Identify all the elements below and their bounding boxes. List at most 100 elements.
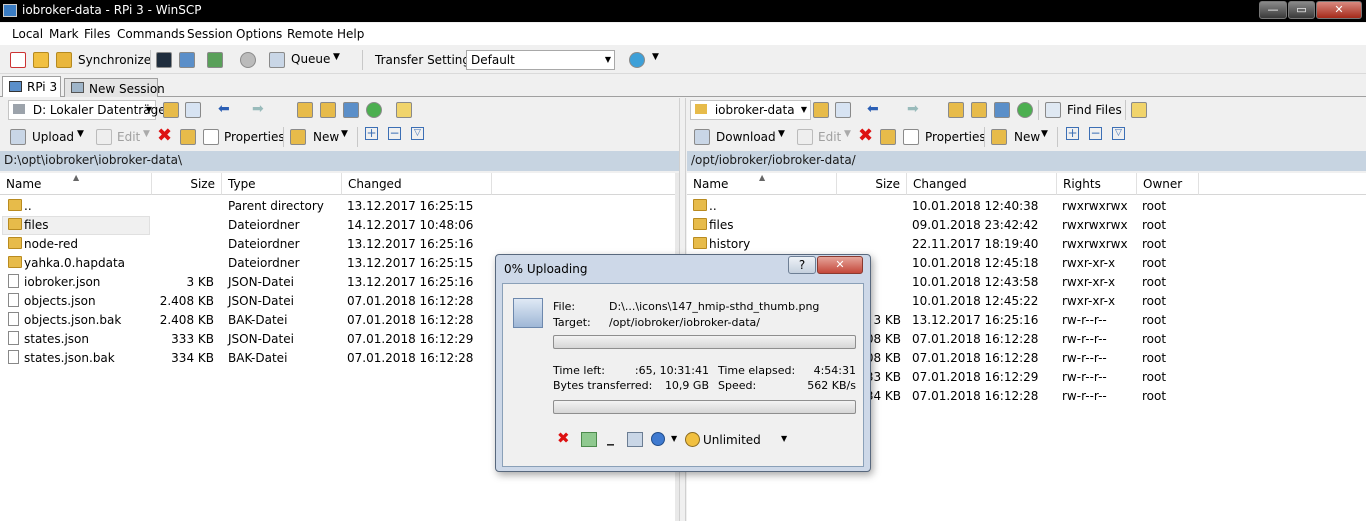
right-col-changed[interactable]: Changed	[907, 173, 1057, 195]
left-col-type[interactable]: Type	[222, 173, 342, 195]
chevron-down-icon[interactable]: ▼	[1041, 129, 1048, 139]
home-icon[interactable]	[994, 102, 1010, 118]
right-col-size[interactable]: Size	[837, 173, 907, 195]
transfer-settings-select[interactable]: Default ▼	[466, 50, 615, 70]
table-row[interactable]: .. 10.01.2018 12:40:38 rwxrwxrwx root	[687, 197, 1366, 216]
filter-select-icon[interactable]: ▽	[411, 127, 424, 140]
maximize-button[interactable]: ▭	[1288, 1, 1315, 19]
dialog-close-button[interactable]: ✕	[817, 256, 863, 274]
delete-icon[interactable]: ✖	[858, 125, 873, 146]
table-row[interactable]: .. Parent directory 13.12.2017 16:25:15	[0, 197, 675, 216]
parent-directory-icon[interactable]	[948, 102, 964, 118]
table-row[interactable]: history 22.11.2017 18:19:40 rwxrwxrwx root	[687, 235, 1366, 254]
root-directory-icon[interactable]	[320, 102, 336, 118]
compare-directories-icon[interactable]	[10, 52, 26, 68]
close-window-button[interactable]: ✕	[1316, 1, 1362, 19]
find-files-icon[interactable]	[1045, 102, 1061, 118]
filter-select-icon[interactable]: ▽	[1112, 127, 1125, 140]
open-folder-icon[interactable]	[163, 102, 179, 118]
table-row[interactable]: files Dateiordner 14.12.2017 10:48:06	[0, 216, 675, 235]
queue-icon[interactable]	[269, 52, 285, 68]
remote-directory-select[interactable]: iobroker-data ▼	[690, 100, 811, 120]
chevron-down-icon[interactable]: ▼	[844, 129, 851, 139]
new-folder-icon[interactable]	[290, 129, 306, 145]
menu-mark[interactable]: Mark	[49, 27, 79, 41]
table-row[interactable]: node-red Dateiordner 13.12.2017 16:25:16	[0, 235, 675, 254]
putty-icon[interactable]	[179, 52, 195, 68]
chevron-down-icon[interactable]: ▼	[778, 129, 785, 139]
queue-button[interactable]: Queue	[291, 52, 330, 66]
minimize-button[interactable]: —	[1259, 1, 1287, 19]
filter-icon[interactable]	[835, 102, 851, 118]
tab-rpi3[interactable]: RPi 3	[2, 76, 61, 97]
parent-directory-icon[interactable]	[297, 102, 313, 118]
edit-button[interactable]: Edit	[818, 130, 841, 144]
chevron-down-icon[interactable]: ▼	[652, 52, 659, 62]
refresh-icon[interactable]	[366, 102, 382, 118]
left-col-name[interactable]: Name ▲	[0, 173, 152, 195]
move-to-background-icon[interactable]	[581, 432, 597, 447]
synchronize-icon[interactable]	[56, 52, 72, 68]
forward-arrow-icon[interactable]: ➡	[907, 101, 919, 117]
right-path-bar[interactable]: /opt/iobroker/iobroker-data/	[687, 151, 1366, 171]
upload-button[interactable]: Upload	[32, 130, 74, 144]
find-icon[interactable]	[1131, 102, 1147, 118]
refresh-icon[interactable]	[1017, 102, 1033, 118]
edit-icon[interactable]	[96, 129, 112, 145]
drive-select[interactable]: D: Lokaler Datenträge ▼	[8, 100, 166, 120]
properties-button[interactable]: Properties	[925, 130, 986, 144]
find-files-button[interactable]: Find Files	[1067, 103, 1122, 117]
new-folder-icon[interactable]	[991, 129, 1007, 145]
root-directory-icon[interactable]	[971, 102, 987, 118]
table-row[interactable]: files 09.01.2018 23:42:42 rwxrwxrwx root	[687, 216, 1366, 235]
once-done-icon[interactable]	[651, 432, 665, 446]
chevron-down-icon[interactable]: ▼	[333, 52, 340, 62]
unselect-minus-icon[interactable]: −	[1089, 127, 1102, 140]
globe-icon[interactable]	[629, 52, 645, 68]
help-button[interactable]: ?	[788, 256, 816, 274]
home-icon[interactable]	[343, 102, 359, 118]
properties-icon[interactable]	[203, 129, 219, 145]
right-col-rights[interactable]: Rights	[1057, 173, 1137, 195]
refresh-session-icon[interactable]	[207, 52, 223, 68]
menu-commands[interactable]: Commands	[117, 27, 185, 41]
upload-icon[interactable]	[10, 129, 26, 145]
left-path-bar[interactable]: D:\opt\iobroker\iobroker-data\	[0, 151, 679, 171]
new-button[interactable]: New	[1014, 130, 1040, 144]
chevron-down-icon[interactable]: ▼	[77, 129, 84, 139]
left-col-changed[interactable]: Changed	[342, 173, 492, 195]
rename-icon[interactable]	[880, 129, 896, 145]
right-col-name[interactable]: Name ▲	[687, 173, 837, 195]
right-col-owner[interactable]: Owner	[1137, 173, 1199, 195]
minimize-icon[interactable]: _	[607, 430, 614, 446]
open-folder-icon[interactable]	[813, 102, 829, 118]
select-plus-icon[interactable]: +	[1066, 127, 1079, 140]
synchronize-button[interactable]: Synchronize	[78, 53, 151, 67]
menu-help[interactable]: Help	[337, 27, 364, 41]
left-col-size[interactable]: Size	[152, 173, 222, 195]
tab-new-session[interactable]: New Session	[64, 78, 165, 97]
filter-icon[interactable]	[185, 102, 201, 118]
properties-icon[interactable]	[903, 129, 919, 145]
chevron-down-icon[interactable]: ▼	[341, 129, 348, 139]
download-button[interactable]: Download	[716, 130, 776, 144]
new-button[interactable]: New	[313, 130, 339, 144]
chevron-down-icon[interactable]: ▼	[781, 434, 787, 443]
menu-local[interactable]: Local	[12, 27, 43, 41]
cancel-icon[interactable]: ✖	[557, 429, 570, 447]
menu-remote[interactable]: Remote	[287, 27, 333, 41]
download-icon[interactable]	[694, 129, 710, 145]
back-arrow-icon[interactable]: ⬅	[218, 101, 230, 117]
back-arrow-icon[interactable]: ⬅	[867, 101, 879, 117]
menu-files[interactable]: Files	[84, 27, 110, 41]
unselect-minus-icon[interactable]: −	[388, 127, 401, 140]
select-plus-icon[interactable]: +	[365, 127, 378, 140]
forward-arrow-icon[interactable]: ➡	[252, 101, 264, 117]
find-icon[interactable]	[396, 102, 412, 118]
edit-button[interactable]: Edit	[117, 130, 140, 144]
speed-limit-value[interactable]: Unlimited	[703, 433, 761, 447]
menu-options[interactable]: Options	[236, 27, 282, 41]
sync-browse-icon[interactable]	[33, 52, 49, 68]
edit-icon[interactable]	[797, 129, 813, 145]
delete-icon[interactable]: ✖	[157, 125, 172, 146]
